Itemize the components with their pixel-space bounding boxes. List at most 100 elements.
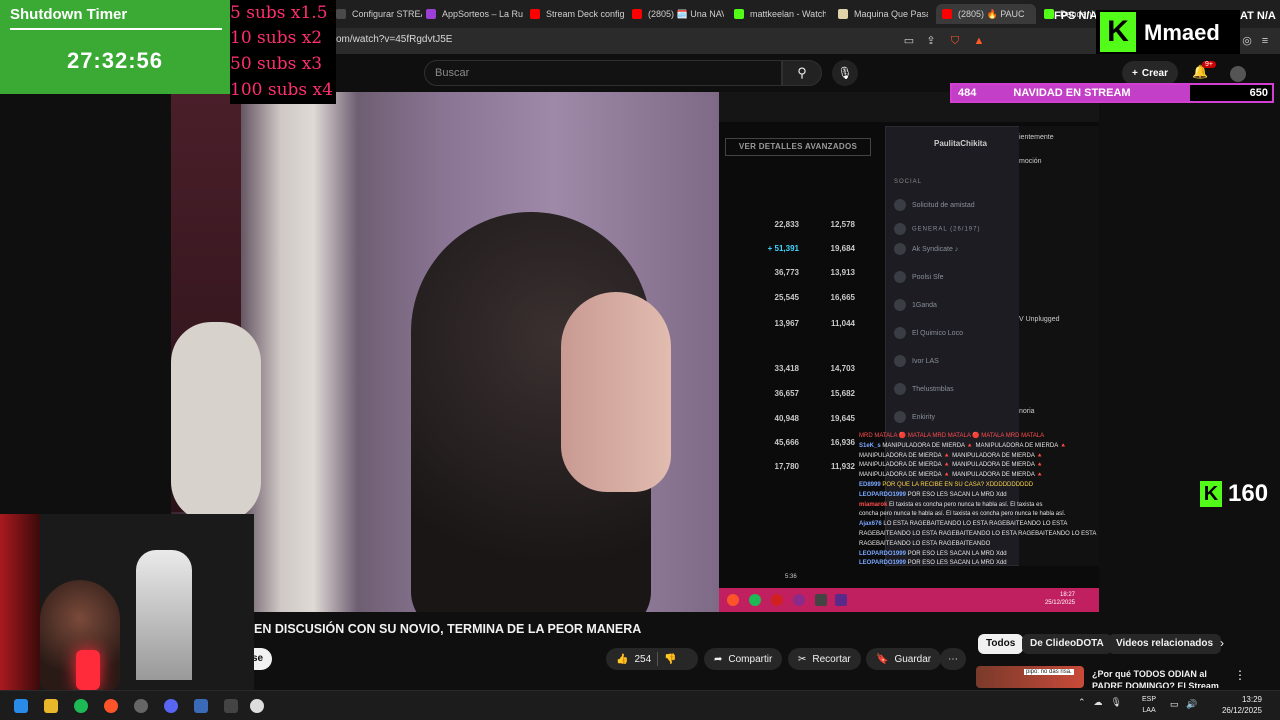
browser-tab[interactable]: mattkeelan - Watch [734, 4, 826, 24]
multiplier-item: 5 subs x1.5 [230, 3, 328, 23]
brave-icon[interactable] [104, 699, 118, 713]
browser-tab[interactable]: Stream Deck config [530, 4, 624, 24]
url-text[interactable]: om/watch?v=45fRgdvtJ5E [336, 34, 452, 45]
fps-readout-right: AT N/A [1240, 10, 1276, 22]
chevron-right-icon[interactable]: › [1220, 636, 1224, 650]
share-icon[interactable]: ⇪ [924, 34, 938, 48]
video-title: EN DISCUSIÓN CON SU NOVIO, TERMINA DE LA… [254, 622, 642, 636]
start-icon[interactable] [14, 699, 28, 713]
timer-divider [10, 28, 222, 30]
file-explorer-icon[interactable] [44, 699, 58, 713]
mic-icon[interactable]: 🎙 [832, 60, 858, 86]
chevron-up-icon[interactable]: ⌃ [1078, 697, 1086, 708]
app-icon[interactable] [224, 699, 238, 713]
sidebar-blank [1099, 92, 1280, 612]
friend-item[interactable]: Enkirity [894, 411, 935, 423]
chip-all[interactable]: Todos [978, 634, 1024, 654]
language-indicator[interactable]: ESP LAA [1142, 694, 1156, 716]
sub-multiplier-list: 5 subs x1.5 10 subs x2 50 subs x3 100 su… [230, 0, 336, 104]
recommended-thumbnail[interactable]: pipo: no das risa. [976, 666, 1084, 688]
side-item: V Unplugged [1019, 316, 1060, 323]
brave-icon [727, 594, 739, 606]
friend-group[interactable]: GENERAL (26/197) [894, 223, 980, 235]
app-icon[interactable] [194, 699, 208, 713]
thumbs-down-icon[interactable]: 👎 [664, 654, 676, 665]
windows-taskbar: ⌃ ☁ 🎙 ESP LAA ▭ 🔊 13:29 26/12/2025 [0, 690, 1280, 720]
friend-item[interactable]: 1Ganda [894, 299, 937, 311]
like-button[interactable]: 👍 254 👎 [606, 648, 698, 670]
more-vert-icon[interactable]: ⋮ [1234, 668, 1246, 682]
friend-request[interactable]: Solicitud de amistad [894, 199, 975, 211]
friend-item[interactable]: Ak Syndicate ♪ [894, 243, 958, 255]
webcam-overlay [0, 514, 254, 690]
clock[interactable]: 13:29 26/12/2025 [1200, 694, 1262, 716]
app-icon [771, 594, 783, 606]
kick-username: Mmaed [1144, 20, 1220, 45]
spotify-icon[interactable] [74, 699, 88, 713]
friend-item[interactable]: Thelustmblas [894, 383, 954, 395]
tab-favicon-icon [734, 9, 744, 19]
more-icon: ⋯ [948, 653, 958, 665]
save-button[interactable]: 🔖 Guardar [866, 648, 942, 670]
tab-label: AppSorteos – La Ru [442, 9, 524, 19]
cloud-icon[interactable]: ☁ [1094, 697, 1103, 708]
avatar[interactable] [1230, 66, 1246, 82]
captured-taskbar: 18:27 25/12/2025 [719, 588, 1099, 612]
friend-item[interactable]: Ivor LAS [894, 355, 939, 367]
chat-line: Ajax676 LO ESTA RAGEBAITEANDO LO ESTA RA… [859, 521, 1068, 528]
app-icon[interactable] [250, 699, 264, 713]
thumbs-up-icon: 👍 [616, 653, 629, 665]
chat-line: concha pero nunca te habla así. El taxis… [859, 511, 1066, 518]
webcam-red-light [76, 650, 100, 690]
multiplier-item: 50 subs x3 [230, 54, 323, 74]
search-button[interactable]: ⚲ [782, 60, 822, 86]
plus-icon: + [1132, 67, 1138, 79]
divider [657, 652, 659, 666]
search-input[interactable]: Buscar [424, 60, 782, 86]
rewards-icon[interactable]: ▲ [972, 34, 986, 48]
profile-name: PaulitaChikita [934, 139, 987, 148]
chat-line: RAGEBAITEANDO LO ESTA RAGEBAITEANDO LO E… [859, 530, 1097, 537]
webcam-chair [136, 550, 192, 680]
brave-shield-icon[interactable]: ⛉ [948, 34, 962, 48]
goal-title: NAVIDAD EN STREAM [1013, 87, 1131, 99]
create-button[interactable]: + Crear [1122, 61, 1178, 85]
network-icon[interactable]: ▭ [1170, 699, 1179, 710]
chip-related[interactable]: Videos relacionados [1108, 634, 1222, 654]
friend-item[interactable]: Poolsi Sfe [894, 271, 944, 283]
tab-favicon-icon [1044, 9, 1054, 19]
obs-icon[interactable] [134, 699, 148, 713]
cast-icon[interactable]: ▭ [902, 34, 916, 48]
browser-tab[interactable]: Configurar STREAM [336, 4, 422, 24]
video-towel [171, 322, 261, 522]
recommended-title[interactable]: ¿Por qué TODOS ODIAN al PADRE DOMINGO? E… [1092, 668, 1224, 688]
chip-channel[interactable]: De ClideoDOTA [1022, 634, 1112, 654]
share-button[interactable]: ➦ Compartir [704, 648, 783, 670]
browser-tab[interactable]: (2805) 🗓️ Una NAV [632, 4, 724, 24]
multiplier-item: 100 subs x4 [230, 80, 333, 100]
browser-tab-active[interactable]: (2805) 🔥 PAUC✕ [936, 4, 1036, 24]
create-label: Crear [1141, 67, 1168, 79]
search-icon: ⚲ [797, 65, 807, 80]
mic-icon[interactable]: 🎙 [1111, 697, 1122, 708]
discord-icon[interactable] [164, 699, 178, 713]
friend-item[interactable]: El Quimico Loco [894, 327, 963, 339]
kick-logo-icon: K [1200, 481, 1222, 507]
side-item: ientemente [1019, 134, 1054, 141]
share-icon: ➦ [714, 653, 723, 665]
app-icon [815, 594, 827, 606]
wallet-icon[interactable]: ◎ [1240, 34, 1254, 48]
menu-icon[interactable]: ≡ [1258, 34, 1272, 48]
clip-button[interactable]: ✂ Recortar [788, 648, 861, 670]
notification-badge: 9+ [1202, 61, 1216, 68]
tab-label: (2805) 🔥 PAUC [958, 8, 1025, 19]
browser-tab[interactable]: AppSorteos – La Ru [426, 4, 524, 24]
chat-line: MANIPULADORA DE MIERDA 🔺 MANIPULADORA DE… [859, 462, 1044, 469]
more-actions-button[interactable]: ⋯ [940, 648, 966, 670]
kick-follower-count: K 160 [1200, 480, 1268, 508]
advanced-details-button[interactable]: VER DETALLES AVANZADOS [725, 138, 871, 156]
tab-label: Maquina Que Pasa [854, 9, 928, 19]
browser-tab[interactable]: Maquina Que Pasa [838, 4, 928, 24]
video-person-face [561, 292, 671, 492]
volume-icon[interactable]: 🔊 [1186, 699, 1197, 710]
